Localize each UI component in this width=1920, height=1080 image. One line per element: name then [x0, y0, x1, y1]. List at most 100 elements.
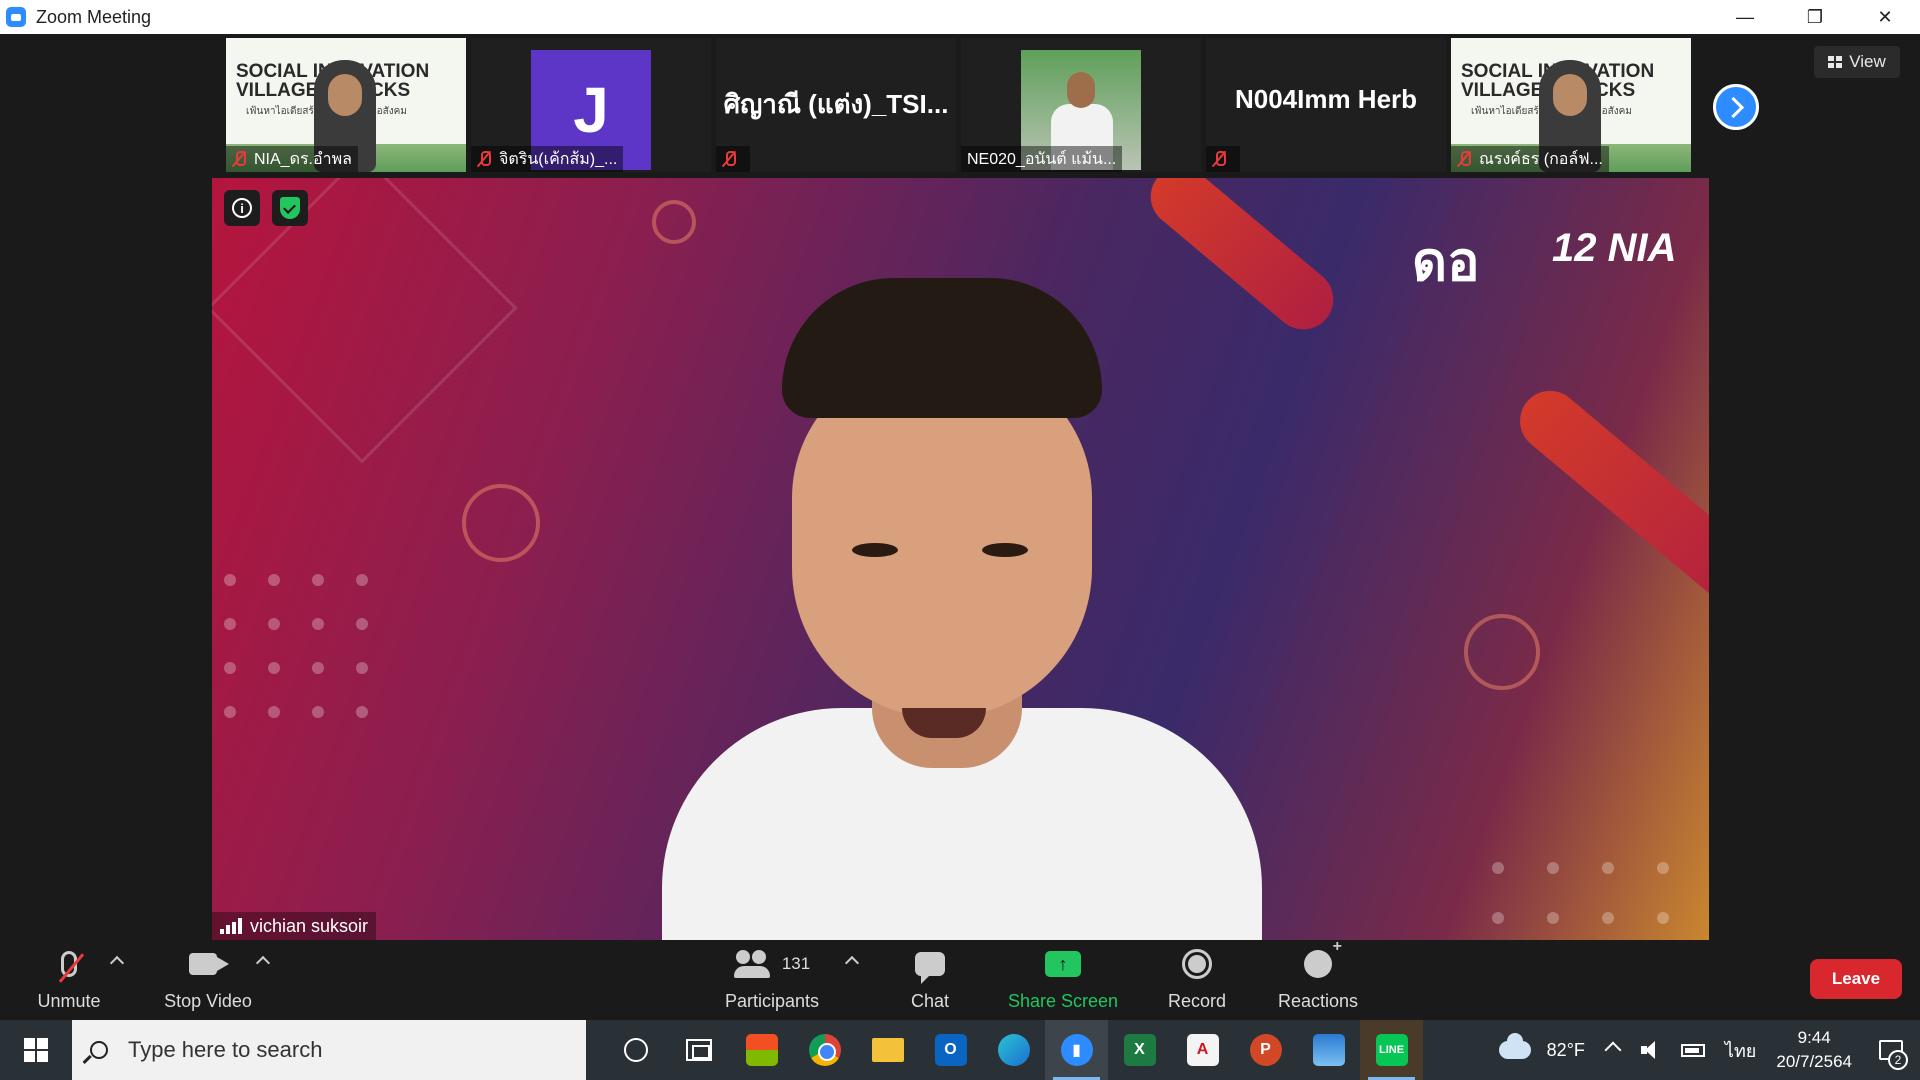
- taskbar-store[interactable]: [730, 1020, 793, 1080]
- chat-label: Chat: [910, 991, 950, 1011]
- weather-cloud-icon[interactable]: [1498, 1033, 1531, 1059]
- participant-tile[interactable]: J จิตริน(เค้กส้ม)_...: [471, 38, 711, 172]
- minimize-button[interactable]: —: [1710, 0, 1780, 34]
- taskbar-zoom[interactable]: ▮: [1045, 1020, 1108, 1080]
- participant-tile[interactable]: N004Imm Herb: [1206, 38, 1446, 172]
- reactions-button[interactable]: Reactions: [1274, 938, 1362, 1020]
- line-icon: LINE: [1375, 1034, 1408, 1066]
- participant-tile[interactable]: SOCIAL INNOVATION VILLAGE & HACKS เฟ้นหา…: [226, 38, 466, 172]
- participant-tile[interactable]: ศิญาณี (แต่ง)_TSI...: [716, 38, 956, 172]
- participant-name: NE020_อนันต์ แม้น...: [967, 150, 1117, 168]
- logo-left: ดอ: [1412, 232, 1480, 292]
- record-button[interactable]: Record: [1162, 940, 1232, 1020]
- search-icon: [90, 1041, 108, 1059]
- participants-count: 131: [781, 954, 811, 973]
- stop-video-label: Stop Video: [164, 991, 252, 1011]
- logo-right: 12 NIA: [1552, 226, 1677, 270]
- taskbar-powerpoint[interactable]: P: [1234, 1020, 1297, 1080]
- folder-icon: [871, 1038, 904, 1062]
- chat-button[interactable]: Chat: [900, 940, 960, 1020]
- muted-mic-icon: [477, 150, 491, 168]
- taskbar-file-explorer[interactable]: [856, 1020, 919, 1080]
- participants-icon: [733, 950, 772, 978]
- chat-icon: [915, 952, 945, 984]
- system-tray: 82°F ไทย 9:44 20/7/2564 2: [1498, 1020, 1920, 1080]
- background-dots: [224, 574, 400, 718]
- restore-button[interactable]: ❐: [1780, 0, 1850, 34]
- leave-button[interactable]: Leave: [1810, 959, 1902, 999]
- background-stripe: [1507, 378, 1709, 618]
- background-ring: [652, 200, 696, 244]
- outlook-icon: O: [934, 1034, 967, 1066]
- search-placeholder: Type here to search: [128, 1037, 323, 1062]
- taskbar-excel[interactable]: X: [1108, 1020, 1171, 1080]
- close-button[interactable]: ✕: [1850, 0, 1920, 34]
- windows-logo-icon: [24, 1038, 48, 1062]
- action-center-button[interactable]: 2: [1870, 1020, 1912, 1080]
- grid-icon: [1828, 56, 1843, 68]
- taskbar-apps: O ▮ X A P LINE: [604, 1020, 1423, 1080]
- meeting-info-button[interactable]: i: [224, 190, 260, 226]
- cortana-icon: [623, 1038, 648, 1062]
- taskbar-chrome[interactable]: [793, 1020, 856, 1080]
- input-language[interactable]: ไทย: [1725, 1036, 1756, 1065]
- battery-icon[interactable]: [1680, 1043, 1705, 1057]
- taskbar-acrobat[interactable]: A: [1171, 1020, 1234, 1080]
- zoom-app-icon: [6, 7, 26, 27]
- clock[interactable]: 9:44 20/7/2564: [1776, 1026, 1852, 1074]
- audio-options-chevron-icon[interactable]: [109, 955, 125, 971]
- participant-name-label: [716, 146, 750, 172]
- meeting-toolbar: Unmute Stop Video 131 Participants Chat …: [0, 938, 1920, 1020]
- window-controls: — ❐ ✕: [1710, 0, 1920, 34]
- store-icon: [745, 1034, 778, 1066]
- reactions-icon: [1304, 938, 1342, 978]
- title-bar: Zoom Meeting — ❐ ✕: [0, 0, 1920, 34]
- muted-mic-icon: [58, 951, 85, 983]
- weather-temperature[interactable]: 82°F: [1547, 1040, 1585, 1061]
- unmute-button[interactable]: Unmute: [34, 940, 104, 1020]
- powerpoint-icon: P: [1249, 1034, 1282, 1066]
- volume-icon[interactable]: [1640, 1041, 1661, 1059]
- task-view-button[interactable]: [667, 1020, 730, 1080]
- chrome-icon: [808, 1034, 841, 1066]
- cortana-button[interactable]: [604, 1020, 667, 1080]
- connection-signal-icon: [220, 918, 242, 934]
- record-icon: [1182, 949, 1212, 979]
- participant-name-label: NE020_อนันต์ แม้น...: [961, 146, 1123, 172]
- security-button[interactable]: [272, 190, 308, 226]
- participant-name: จิตริน(เค้กส้ม)_...: [499, 150, 618, 168]
- taskbar-edge[interactable]: [982, 1020, 1045, 1080]
- participant-display-name: N004Imm Herb: [1234, 84, 1418, 114]
- taskbar-photos[interactable]: [1297, 1020, 1360, 1080]
- start-button[interactable]: [0, 1020, 72, 1080]
- stop-video-button[interactable]: Stop Video: [160, 940, 256, 1020]
- muted-mic-icon: [232, 150, 246, 168]
- view-button[interactable]: View: [1814, 46, 1900, 78]
- unmute-label: Unmute: [37, 991, 101, 1011]
- taskbar-search-box[interactable]: Type here to search: [72, 1020, 586, 1080]
- info-icon: i: [232, 198, 252, 218]
- participants-label: Participants: [724, 991, 820, 1011]
- speaker-figure: [642, 278, 1262, 940]
- edge-icon: [997, 1034, 1030, 1066]
- meeting-area: SOCIAL INNOVATION VILLAGE & HACKS เฟ้นหา…: [0, 34, 1920, 940]
- participants-button[interactable]: 131 Participants: [720, 940, 824, 1020]
- participant-name-label: จิตริน(เค้กส้ม)_...: [471, 146, 624, 172]
- hidden-icons-chevron-icon[interactable]: [1604, 1041, 1622, 1059]
- next-page-arrow-icon[interactable]: [1713, 84, 1759, 130]
- participant-display-name: ศิญาณี (แต่ง)_TSI...: [723, 89, 949, 119]
- view-label: View: [1849, 52, 1886, 71]
- taskbar-line[interactable]: LINE: [1360, 1020, 1423, 1080]
- speaker-name: vichian suksoir: [250, 915, 369, 936]
- shield-icon: [280, 197, 300, 219]
- participants-chevron-icon[interactable]: [844, 955, 860, 971]
- participant-tile[interactable]: NE020_อนันต์ แม้น...: [961, 38, 1201, 172]
- clock-date: 20/7/2564: [1776, 1052, 1852, 1071]
- windows-taskbar: Type here to search O ▮ X A P LINE 82°F …: [0, 1020, 1920, 1080]
- participant-tile[interactable]: SOCIAL INNOVATION VILLAGE & HACKS เฟ้นหา…: [1451, 38, 1691, 172]
- participant-name-label: ณรงค์ธร (กอล์ฟ...: [1451, 146, 1609, 172]
- speaker-name-label: vichian suksoir: [212, 912, 377, 940]
- taskbar-outlook[interactable]: O: [919, 1020, 982, 1080]
- video-options-chevron-icon[interactable]: [255, 955, 271, 971]
- share-screen-button[interactable]: ↑ Share Screen: [1006, 940, 1120, 1020]
